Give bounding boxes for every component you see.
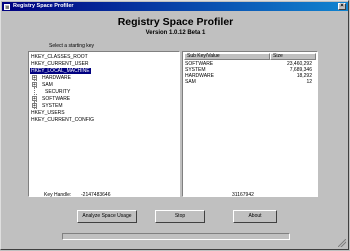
tree-item-label: SYSTEM xyxy=(42,103,63,109)
tree-item-hkcc[interactable]: HKEY_CURRENT_CONFIG xyxy=(30,117,95,124)
tree-item-label: SAM xyxy=(42,82,53,88)
progress-bar xyxy=(62,233,290,240)
tree-item-label: HARDWARE xyxy=(42,75,71,81)
expand-icon[interactable]: + xyxy=(32,75,37,81)
expand-icon[interactable]: + xyxy=(32,103,37,109)
expand-icon[interactable]: + xyxy=(32,96,37,102)
key-handle-value: -2147483646 xyxy=(81,192,111,198)
starting-key-prompt: Select a starting key xyxy=(49,43,95,49)
title-bar[interactable]: Registry Space Profiler × xyxy=(2,2,348,11)
column-header-size[interactable]: Size xyxy=(270,53,316,60)
subkey-size-list[interactable]: Sub Key/Value Size SOFTWARE 23,460,292 S… xyxy=(182,51,318,197)
tree-item-label: HKEY_CLASSES_ROOT xyxy=(31,54,88,60)
column-header-subkey[interactable]: Sub Key/Value xyxy=(184,53,270,60)
tree-item-hardware[interactable]: + HARDWARE xyxy=(32,75,72,82)
tree-item-hkcu[interactable]: HKEY_CURRENT_USER xyxy=(30,61,90,68)
resize-grip[interactable] xyxy=(338,239,346,247)
list-item-name[interactable]: SAM xyxy=(185,79,196,85)
app-window: Registry Space Profiler × Registry Space… xyxy=(0,0,349,250)
total-size-value: 31167942 xyxy=(232,192,254,198)
tree-item-label: SECURITY xyxy=(45,89,71,95)
tree-item-label: HKEY_CURRENT_USER xyxy=(31,61,89,67)
key-handle-label: Key Handle: xyxy=(44,192,72,198)
tree-item-security[interactable]: SECURITY xyxy=(44,89,71,96)
expand-icon[interactable]: + xyxy=(32,82,37,88)
tree-connector xyxy=(34,94,37,95)
tree-item-hku[interactable]: HKEY_USERS xyxy=(30,110,66,117)
close-button[interactable]: × xyxy=(338,3,346,10)
tree-item-software[interactable]: + SOFTWARE xyxy=(32,96,71,103)
tree-item-sam[interactable]: + SAM xyxy=(32,82,54,89)
stop-button[interactable]: Stop xyxy=(155,210,205,223)
about-button[interactable]: About xyxy=(233,210,277,223)
analyze-button[interactable]: Analyze Space Usage xyxy=(77,210,137,223)
window-title: Registry Space Profiler xyxy=(13,3,74,9)
tree-item-label: HKEY_CURRENT_CONFIG xyxy=(31,117,95,123)
tree-item-label: SOFTWARE xyxy=(42,96,71,102)
tree-item-label: HKEY_USERS xyxy=(31,110,65,116)
version-label: Version 1.0.12 Beta 1 xyxy=(145,30,206,36)
tree-item-system[interactable]: + SYSTEM xyxy=(32,103,64,110)
app-icon xyxy=(4,3,10,10)
tree-item-hklm[interactable]: HKEY_LOCAL_MACHINE xyxy=(30,68,91,75)
tree-item-label: HKEY_LOCAL_MACHINE xyxy=(30,68,91,74)
page-title: Registry Space Profiler xyxy=(117,16,234,28)
list-item-size: 12 xyxy=(306,79,312,85)
registry-key-tree[interactable]: HKEY_CLASSES_ROOT HKEY_CURRENT_USER HKEY… xyxy=(28,51,180,197)
tree-item-hkcr[interactable]: HKEY_CLASSES_ROOT xyxy=(30,54,89,61)
